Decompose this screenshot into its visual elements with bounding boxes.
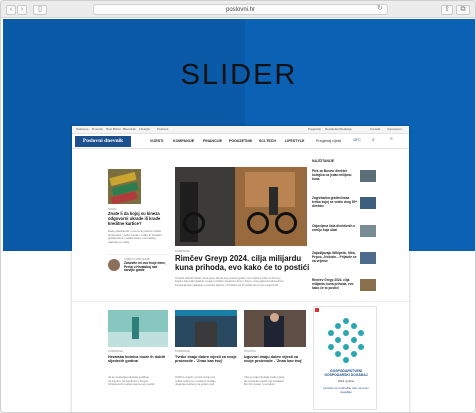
main-story-excerpt: Hrvatski električni bicikl i Zenit grupe…: [175, 277, 284, 287]
opinion-title[interactable]: Zanovite mi ovo tvoje mme, Perka u Hrvat…: [124, 261, 168, 273]
tabs-icon[interactable]: ⧉: [456, 5, 470, 15]
top-links-bar: Naslovna Dnevnik Novi Biznis Bloomrak Li…: [72, 126, 409, 134]
top-link[interactable]: Naslovna: [76, 127, 89, 131]
sidebar-item[interactable]: Objavljena lista direktivnih u zemlju ko…: [312, 224, 402, 242]
story-title[interactable]: Hrvatska bolnica može ih dobiti sljedeći…: [108, 355, 168, 364]
website-preview: Naslovna Dnevnik Novi Biznis Bloomrak Li…: [72, 126, 409, 412]
story-tag: Politika: [244, 350, 256, 353]
top-link[interactable]: Kontakt: [370, 127, 380, 131]
chevron-right-icon[interactable]: ›: [17, 5, 27, 15]
browser-window: ‹ › ▯ poslovni.hr ↻ ⇪ ⧉ SLIDER Naslovna …: [0, 0, 476, 413]
story-image-cards[interactable]: [108, 169, 141, 204]
story-tag: Kompanije: [175, 350, 190, 353]
ad-title: GOSPODARSTVENI GOSPODARSKI DOGAĐAJ: [324, 369, 368, 378]
top-link[interactable]: Bloomrak: [123, 127, 136, 131]
story-title[interactable]: Tvrtke imaju dobre vijesti za svoje proi…: [175, 355, 237, 364]
story-excerpt: Rade pakistanski u osnovnoj kartice veli…: [108, 229, 162, 244]
ad-body: pozovite se i pridružite nam na ovom dog…: [323, 386, 369, 394]
sidebar-thumbnail: [360, 170, 376, 182]
main-navigation: Poslovni dnevnik VIJESTI KOMPANIJE FINAN…: [72, 135, 409, 149]
sidebar-item[interactable]: Pleš za Businc direktor kolegica uz jeda…: [312, 169, 402, 187]
story-title[interactable]: Izgovori imaju dobre vijesti za svoje pr…: [244, 355, 306, 364]
main-story-title[interactable]: Rimčev Greyp 2024. cilja milijardu kuna …: [175, 254, 310, 273]
sidebar-heading: NAJČITANIJE: [312, 159, 334, 163]
sidebar-icon[interactable]: ▯: [33, 5, 47, 15]
story-excerpt: Više je svijet slučaja među njima ali po…: [244, 375, 285, 387]
top-link[interactable]: Impressum: [387, 127, 402, 131]
story-excerpt: Ali se nastavlja pokazati godišnje na sv…: [108, 375, 155, 387]
story-title[interactable]: Znate li da kojoj su kineza odgovorni uk…: [108, 211, 168, 226]
top-link[interactable]: Novi Biznis: [106, 127, 121, 131]
share-icon[interactable]: ⇪: [441, 5, 453, 15]
avatar: [108, 259, 120, 271]
weather-label: 18°C: [353, 138, 362, 142]
sidebar-item[interactable]: Zapošljavaju Wikipedu, Mira, Pepco, Jecl…: [312, 251, 402, 269]
main-story-tag: Kompanije: [175, 250, 190, 253]
sidebar-thumbnail: [360, 225, 376, 237]
search-icon[interactable]: ⌕: [372, 137, 375, 143]
site-logo[interactable]: Poslovni dnevnik: [75, 136, 131, 147]
main-story-image[interactable]: [175, 167, 307, 246]
nav-item-vijesti[interactable]: VIJESTI: [150, 139, 163, 143]
nav-item-lifestyle[interactable]: LIFESTYLE: [285, 139, 304, 143]
nav-item-sci-tech[interactable]: SCI-TECH: [259, 139, 276, 143]
sidebar-thumbnail: [360, 279, 376, 291]
story-image[interactable]: [244, 310, 306, 347]
address-bar[interactable]: poslovni.hr: [93, 4, 388, 15]
top-link[interactable]: Poslovni: [157, 127, 168, 131]
menu-icon[interactable]: ≡: [390, 136, 393, 142]
sidebar-item[interactable]: Rimčev Greyp 2024. cilja milijardu kuna …: [312, 278, 402, 296]
story-image[interactable]: [108, 310, 168, 347]
advertisement[interactable]: GOSPODARSTVENI GOSPODARSKI DOGAĐAJ 2024.…: [313, 306, 377, 410]
ad-badge: [315, 308, 319, 312]
sidebar-thumbnail: [360, 252, 376, 264]
ad-subtitle: 2024. godine: [337, 379, 355, 383]
story-image[interactable]: [175, 310, 237, 347]
reload-icon[interactable]: ↻: [377, 4, 383, 12]
nav-item-poduzetnik[interactable]: PODUZETNIK: [229, 139, 252, 143]
search-label[interactable]: Pregledaj vijesti: [316, 139, 341, 143]
chevron-left-icon[interactable]: ‹: [6, 5, 16, 15]
top-link[interactable]: Newsletter/Reakcija: [325, 127, 352, 131]
sidebar-thumbnail: [360, 197, 376, 209]
top-link[interactable]: Pregledaj: [308, 127, 321, 131]
slider-title: SLIDER: [180, 59, 298, 91]
top-link[interactable]: Lifestyle: [139, 127, 150, 131]
story-tag: Kompanije: [108, 350, 123, 353]
sidebar-item[interactable]: Zagrebačka građevinska tvrtka kojoj se v…: [312, 196, 402, 214]
nav-item-kompanije[interactable]: KOMPANIJE: [173, 139, 194, 143]
browser-toolbar: ‹ › ▯ poslovni.hr ↻ ⇪ ⧉: [1, 1, 475, 18]
ad-graphic: [328, 318, 364, 363]
story-excerpt: Odlično svjetlo u proizvodnji ova velika…: [175, 375, 216, 387]
top-link[interactable]: Dnevnik: [92, 127, 103, 131]
nav-item-financije[interactable]: FINANCIJE: [203, 139, 222, 143]
